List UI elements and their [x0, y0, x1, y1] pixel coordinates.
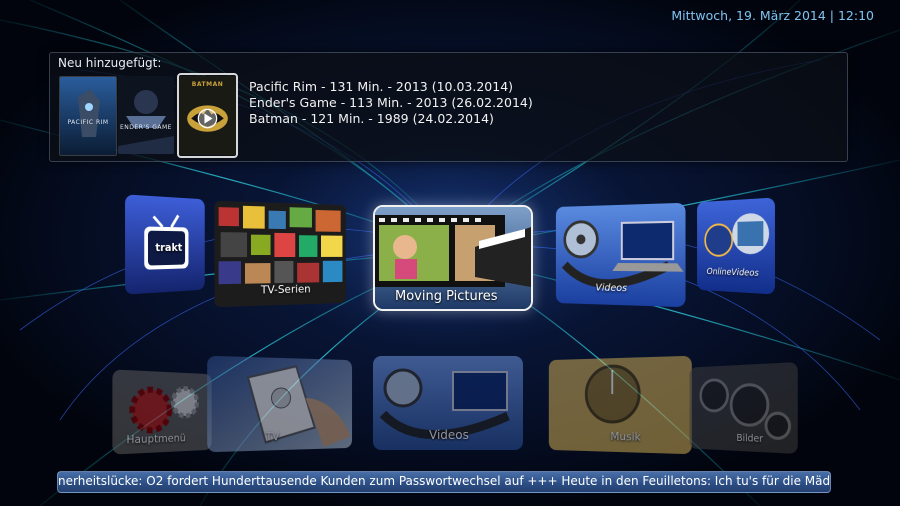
- recently-added-panel: Neu hinzugefügt: PACIFIC RIM ENDER'S GAM…: [49, 52, 848, 162]
- menu-tile-music[interactable]: Musik: [549, 356, 692, 455]
- globe-video-icon: [697, 197, 775, 294]
- recent-item[interactable]: Pacific Rim - 131 Min. - 2013 (10.03.201…: [249, 79, 533, 95]
- menu-tile-tv[interactable]: TV: [207, 356, 352, 453]
- poster-batman[interactable]: BATMAN: [177, 73, 238, 158]
- menu-tile-online-videos[interactable]: OnlineVideos: [697, 197, 775, 294]
- menu-tile-videos[interactable]: Videos: [556, 203, 686, 307]
- tile-label: Videos: [429, 428, 469, 442]
- tile-label: TV-Serien: [261, 282, 311, 296]
- recent-item[interactable]: Ender's Game - 113 Min. - 2013 (26.02.20…: [249, 95, 533, 111]
- tile-label: Musik: [610, 430, 640, 444]
- recently-added-title: Neu hinzugefügt:: [58, 56, 161, 70]
- poster-enders-game[interactable]: ENDER'S GAME: [118, 76, 174, 154]
- menu-tile-trakt[interactable]: trakt: [125, 194, 205, 294]
- tile-label: Moving Pictures: [395, 289, 498, 304]
- menu-tile-moving-pictures[interactable]: Moving Pictures: [373, 205, 533, 311]
- menu-tile-main-menu[interactable]: Hauptmenü: [112, 369, 211, 454]
- poster-caption: ENDER'S GAME: [118, 124, 174, 131]
- menu-tile-videos-lower[interactable]: Videos: [373, 356, 523, 450]
- recent-item[interactable]: Batman - 121 Min. - 1989 (24.02.2014): [249, 111, 533, 127]
- news-ticker[interactable]: nerheitslücke: O2 fordert Hunderttausend…: [57, 471, 831, 493]
- tile-label: trakt: [155, 241, 182, 254]
- poster-caption: BATMAN: [179, 81, 236, 88]
- tile-label: Bilder: [736, 433, 763, 445]
- recently-added-list: Pacific Rim - 131 Min. - 2013 (10.03.201…: [249, 79, 533, 127]
- poster-pacific-rim[interactable]: PACIFIC RIM: [59, 76, 117, 156]
- menu-tile-pictures[interactable]: Bilder: [689, 362, 797, 454]
- ticker-text: nerheitslücke: O2 fordert Hunderttausend…: [58, 474, 831, 488]
- tile-label: TV: [266, 430, 280, 443]
- menu-tile-tv-series[interactable]: TV-Serien: [214, 201, 345, 308]
- tile-label: Hauptmenü: [126, 431, 185, 446]
- tile-label: Videos: [596, 283, 628, 295]
- date-time-display: Mittwoch, 19. März 2014 | 12:10: [671, 8, 874, 23]
- poster-caption: PACIFIC RIM: [60, 119, 116, 126]
- remote-control-icon: [207, 356, 352, 453]
